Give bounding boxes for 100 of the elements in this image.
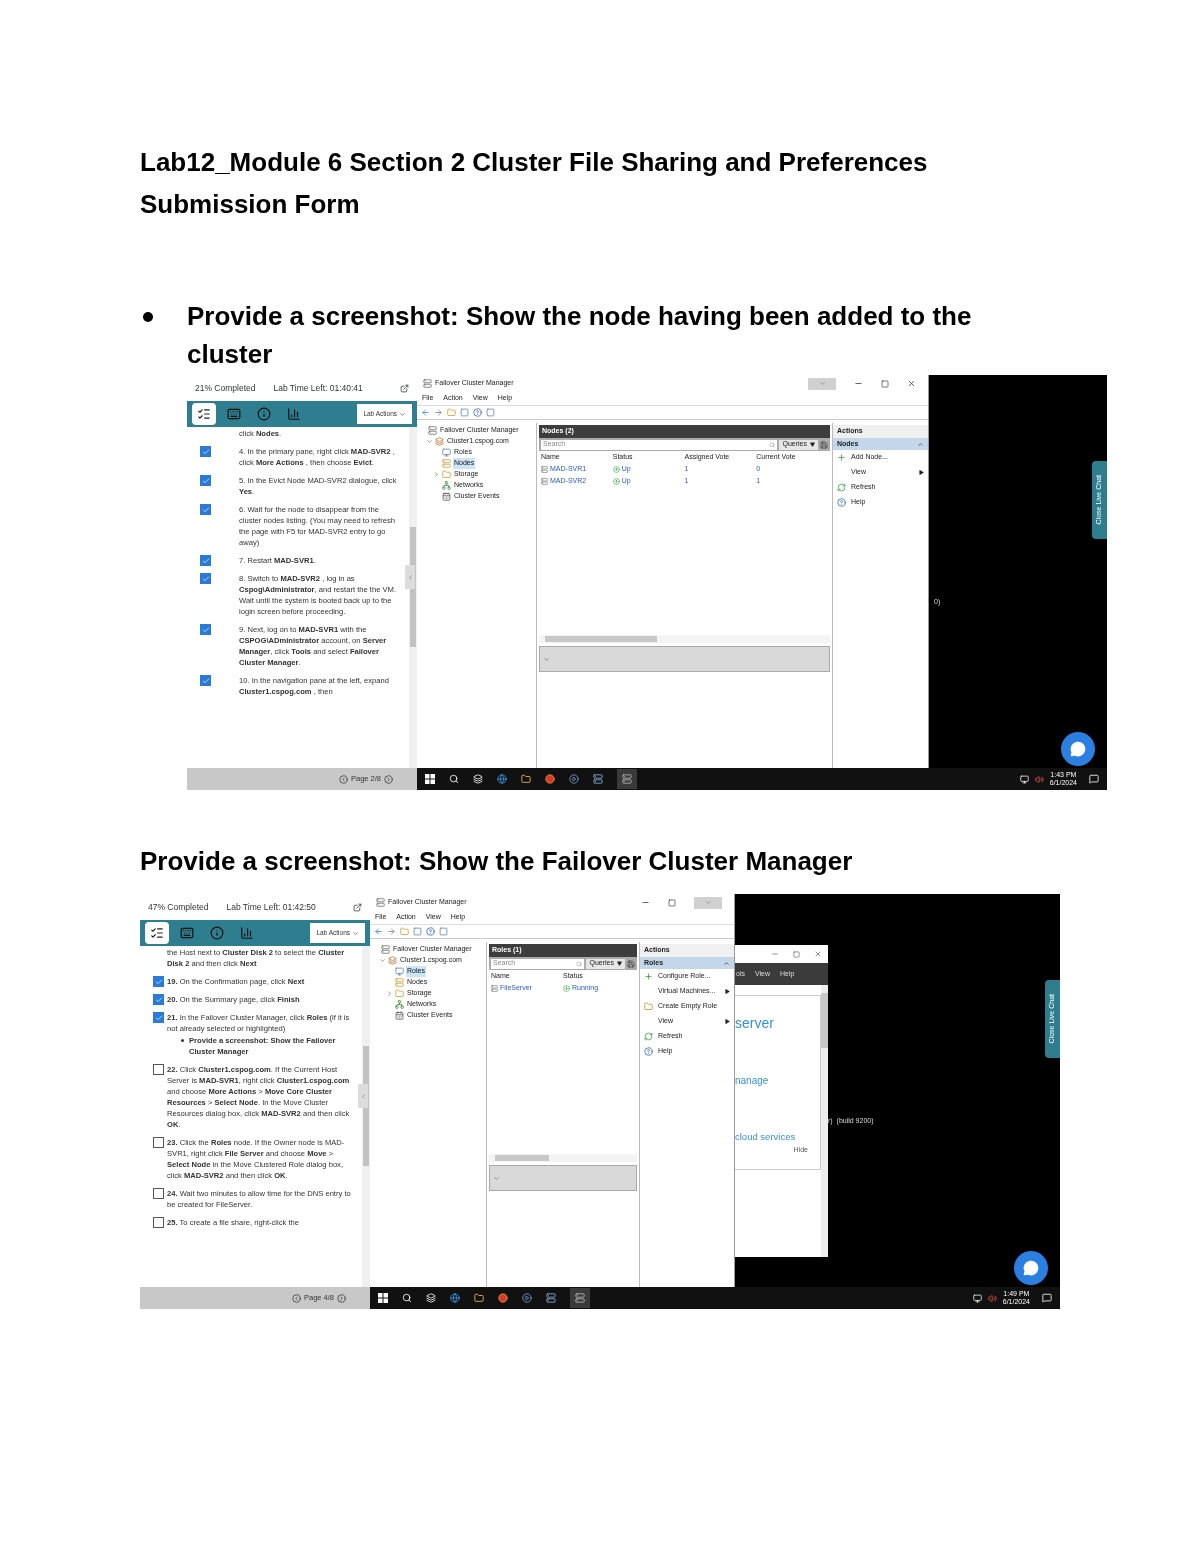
lab-tab[interactable] [145, 922, 169, 944]
progress-text: 21% Completed [195, 381, 256, 395]
section-heading: Provide a screenshot: Show the Failover Cluster Manager [140, 845, 854, 878]
search-icon [769, 441, 776, 448]
chat-button[interactable] [1061, 732, 1095, 766]
chevron-down-icon[interactable] [543, 655, 550, 663]
windows-start-icon[interactable] [425, 774, 435, 784]
checkbox[interactable] [153, 976, 164, 987]
close-icon[interactable] [907, 379, 916, 388]
forward-icon[interactable] [434, 408, 443, 417]
folder-icon [395, 989, 404, 998]
task-view-icon[interactable] [426, 1293, 436, 1303]
volume-icon[interactable] [987, 1293, 997, 1303]
folder-icon[interactable] [474, 1293, 484, 1303]
pane-icon[interactable] [486, 408, 495, 417]
collapse-handle[interactable] [358, 1084, 368, 1108]
browser-icon[interactable] [497, 774, 507, 784]
maximize-icon[interactable] [881, 379, 889, 388]
search-icon[interactable] [449, 774, 459, 784]
checklist-icon [150, 926, 164, 940]
active-app-button[interactable] [570, 1288, 590, 1308]
submenu-arrow-icon [725, 989, 730, 994]
chat-button[interactable] [1014, 1251, 1048, 1285]
pane-icon[interactable] [439, 927, 448, 936]
checkbox[interactable] [200, 504, 211, 515]
server-icon[interactable] [593, 774, 603, 784]
horizontal-scrollbar[interactable] [539, 635, 830, 643]
browser-icon[interactable] [545, 774, 555, 784]
collapse-handle[interactable] [405, 565, 415, 589]
forward-icon[interactable] [387, 927, 396, 936]
network-icon[interactable] [1019, 774, 1029, 784]
checkbox[interactable] [200, 555, 211, 566]
previous-page-icon[interactable] [291, 1293, 301, 1303]
server-icon [381, 945, 390, 954]
scrollbar[interactable] [362, 946, 370, 1287]
windows-start-icon[interactable] [378, 1293, 388, 1303]
save-icon[interactable] [820, 440, 828, 449]
checkbox[interactable] [153, 1217, 164, 1228]
active-app-button[interactable] [617, 769, 637, 789]
next-page-icon[interactable] [384, 774, 393, 784]
browser-icon[interactable] [450, 1293, 460, 1303]
previous-page-icon[interactable] [338, 774, 348, 784]
help-icon [644, 1047, 653, 1056]
document-title: Lab12_Module 6 Section 2 Cluster File Sharing and Preferences Submission Form [140, 146, 929, 221]
checkbox[interactable] [153, 1137, 164, 1148]
time-left-text: Lab Time Left: 01:42:50 [226, 900, 316, 914]
info-icon [257, 407, 271, 421]
checkbox[interactable] [153, 1188, 164, 1199]
horizontal-scrollbar[interactable] [489, 1154, 637, 1162]
notification-icon[interactable] [1042, 1293, 1052, 1303]
chevron-down-icon[interactable] [493, 1174, 500, 1182]
progress-text: 47% Completed [148, 900, 209, 914]
pane-icon[interactable] [413, 927, 422, 936]
checkbox[interactable] [200, 675, 211, 686]
events-icon [442, 492, 451, 501]
help-icon[interactable] [426, 927, 435, 936]
caret-icon [399, 410, 406, 418]
server-icon[interactable] [546, 1293, 556, 1303]
node-icon [541, 465, 548, 473]
pane-icon[interactable] [460, 408, 469, 417]
checkbox[interactable] [153, 1012, 164, 1023]
section-heading: Provide a screenshot: Show the node having been added to the cluster [187, 300, 973, 371]
checkbox[interactable] [200, 624, 211, 635]
maximize-icon[interactable] [668, 898, 676, 907]
checkbox[interactable] [153, 994, 164, 1005]
help-icon[interactable] [473, 408, 482, 417]
collapse-icon [723, 959, 730, 967]
save-icon[interactable] [627, 959, 635, 968]
checkbox[interactable] [153, 1064, 164, 1075]
chevron-down-icon [704, 899, 712, 906]
search-icon[interactable] [402, 1293, 412, 1303]
maximize-icon[interactable] [793, 950, 800, 958]
expand-icon[interactable] [433, 471, 440, 478]
browser-icon[interactable] [498, 1293, 508, 1303]
volume-icon[interactable] [1034, 774, 1044, 784]
checkbox[interactable] [200, 475, 211, 486]
checkbox[interactable] [200, 446, 211, 457]
refresh-icon [837, 483, 846, 492]
task-view-icon[interactable] [473, 774, 483, 784]
external-link-icon[interactable] [353, 902, 362, 912]
app-icon[interactable] [522, 1293, 532, 1303]
scrollbar[interactable] [821, 985, 828, 1257]
expand-icon[interactable] [426, 438, 433, 445]
chevron-down-icon [818, 380, 826, 387]
scrollbar[interactable] [409, 427, 417, 768]
folder-icon[interactable] [521, 774, 531, 784]
expand-icon[interactable] [386, 990, 393, 997]
checkbox[interactable] [200, 573, 211, 584]
close-icon[interactable] [814, 950, 822, 958]
dropdown-arrow-icon [617, 961, 622, 966]
app-icon[interactable] [569, 774, 579, 784]
lab-tab[interactable] [192, 403, 216, 425]
back-icon[interactable] [374, 927, 383, 936]
server-icon [575, 1293, 585, 1303]
network-icon[interactable] [972, 1293, 982, 1303]
next-page-icon[interactable] [337, 1293, 346, 1303]
back-icon[interactable] [421, 408, 430, 417]
expand-icon[interactable] [379, 957, 386, 964]
notification-icon[interactable] [1089, 774, 1099, 784]
external-link-icon[interactable] [400, 383, 409, 393]
